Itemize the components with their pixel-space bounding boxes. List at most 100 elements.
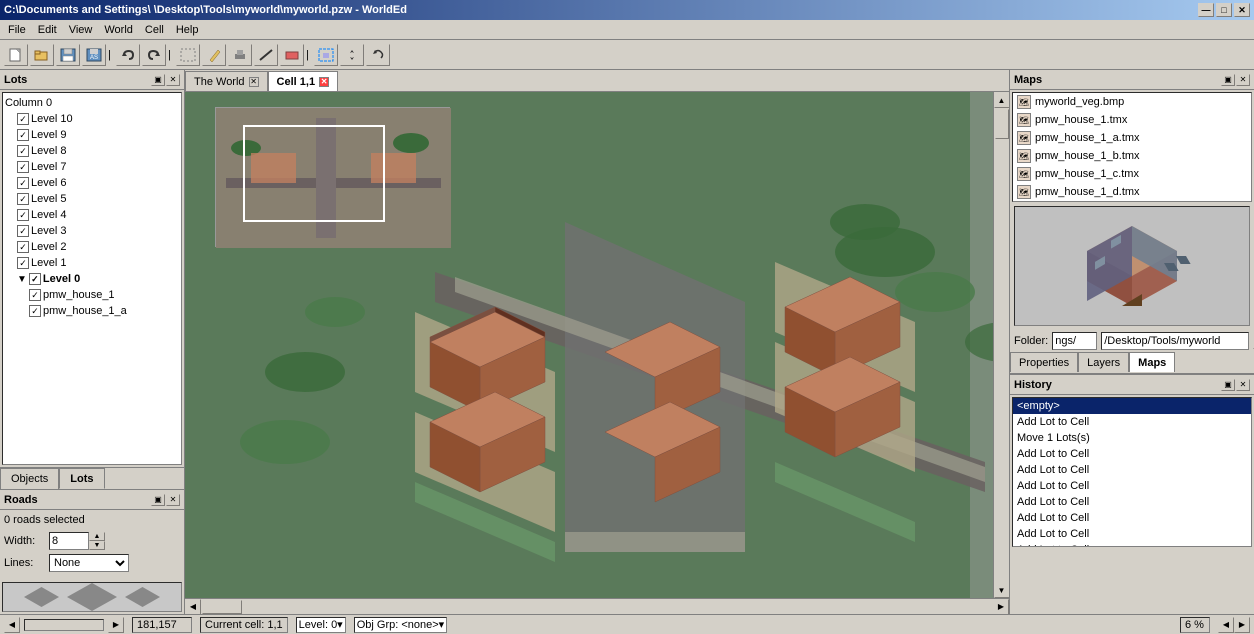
v-scroll-down[interactable]: ▼ [994, 582, 1010, 598]
width-down-button[interactable]: ▼ [89, 541, 105, 550]
history-item-8[interactable]: Add Lot to Cell [1013, 526, 1251, 542]
select-button[interactable] [176, 44, 200, 66]
lots-float-button[interactable]: ▣ [151, 74, 165, 86]
level-8-item[interactable]: ✓ Level 8 [5, 143, 179, 159]
history-item-2[interactable]: Move 1 Lots(s) [1013, 430, 1251, 446]
save-button[interactable] [56, 44, 80, 66]
status-h-scroll-left[interactable]: ◀ [4, 617, 20, 633]
maps-close-button[interactable]: ✕ [1236, 74, 1250, 86]
viewport-h-scrollbar[interactable]: ◀ ▶ [185, 598, 1009, 614]
width-input[interactable] [49, 532, 89, 550]
redo-button[interactable] [142, 44, 166, 66]
line-button[interactable] [254, 44, 278, 66]
map-item-house1a[interactable]: 🗺 pmw_house_1_a.tmx [1013, 129, 1251, 147]
map-item-house1c[interactable]: 🗺 pmw_house_1_c.tmx [1013, 165, 1251, 183]
maximize-button[interactable]: □ [1216, 3, 1232, 17]
v-scroll-up[interactable]: ▲ [994, 92, 1010, 108]
obj-grp-dropdown[interactable]: Obj Grp: <none>▾ [354, 617, 447, 633]
folder-value-input[interactable] [1052, 332, 1097, 350]
map-item-house1d[interactable]: 🗺 pmw_house_1_d.tmx [1013, 183, 1251, 201]
obj-sel-button[interactable] [314, 44, 338, 66]
world-tab-close[interactable]: ✕ [249, 77, 259, 87]
level-3-item[interactable]: ✓ Level 3 [5, 223, 179, 239]
level-0-checkbox[interactable]: ✓ [29, 273, 41, 285]
history-list[interactable]: <empty> Add Lot to Cell Move 1 Lots(s) A… [1012, 397, 1252, 547]
open-button[interactable] [30, 44, 54, 66]
folder-path-input[interactable] [1101, 332, 1249, 350]
level-7-checkbox[interactable]: ✓ [17, 161, 29, 173]
erase-button[interactable] [280, 44, 304, 66]
map-item-house2a[interactable]: 🗺 pmw_house_2_a.tmx [1013, 201, 1251, 202]
level-1-checkbox[interactable]: ✓ [17, 257, 29, 269]
history-close-button[interactable]: ✕ [1236, 379, 1250, 391]
menu-world[interactable]: World [98, 22, 139, 38]
level-4-item[interactable]: ✓ Level 4 [5, 207, 179, 223]
level-6-item[interactable]: ✓ Level 6 [5, 175, 179, 191]
h-scroll-right[interactable]: ▶ [993, 599, 1009, 615]
minimize-button[interactable]: — [1198, 3, 1214, 17]
left-scrollbar-track[interactable] [24, 619, 104, 631]
maps-tab[interactable]: Maps [1129, 352, 1175, 372]
roads-float-button[interactable]: ▣ [151, 494, 165, 506]
pmw-house-1a-checkbox[interactable]: ✓ [29, 305, 41, 317]
width-up-button[interactable]: ▲ [89, 532, 105, 541]
lines-select[interactable]: None [49, 554, 129, 572]
h-scroll-left[interactable]: ◀ [185, 599, 201, 615]
menu-file[interactable]: File [2, 22, 32, 38]
level-0-item[interactable]: ▼ ✓ Level 0 [5, 271, 179, 287]
menu-cell[interactable]: Cell [139, 22, 170, 38]
level-10-item[interactable]: ✓ Level 10 [5, 111, 179, 127]
close-button[interactable]: ✕ [1234, 3, 1250, 17]
history-item-9[interactable]: Add Lot to Cell [1013, 542, 1251, 547]
objects-tab[interactable]: Objects [0, 468, 59, 489]
properties-tab[interactable]: Properties [1010, 352, 1078, 372]
history-item-5[interactable]: Add Lot to Cell [1013, 478, 1251, 494]
level-9-checkbox[interactable]: ✓ [17, 129, 29, 141]
level-1-item[interactable]: ✓ Level 1 [5, 255, 179, 271]
map-item-house1[interactable]: 🗺 pmw_house_1.tmx [1013, 111, 1251, 129]
pmw-house-1-item[interactable]: ✓ pmw_house_1 [5, 287, 179, 303]
undo-button[interactable] [116, 44, 140, 66]
pencil-button[interactable] [202, 44, 226, 66]
status-h-scroll-right[interactable]: ▶ [108, 617, 124, 633]
history-item-0[interactable]: <empty> [1013, 398, 1251, 414]
level-7-item[interactable]: ✓ Level 7 [5, 159, 179, 175]
level-dropdown[interactable]: Level: 0▾ [296, 617, 346, 633]
level-9-item[interactable]: ✓ Level 9 [5, 127, 179, 143]
history-item-3[interactable]: Add Lot to Cell [1013, 446, 1251, 462]
obj-move-button[interactable] [340, 44, 364, 66]
v-scroll-thumb[interactable] [995, 109, 1009, 139]
level-5-item[interactable]: ✓ Level 5 [5, 191, 179, 207]
lots-close-button[interactable]: ✕ [166, 74, 180, 86]
level-5-checkbox[interactable]: ✓ [17, 193, 29, 205]
level-6-checkbox[interactable]: ✓ [17, 177, 29, 189]
map-item-veg[interactable]: 🗺 myworld_veg.bmp [1013, 93, 1251, 111]
menu-view[interactable]: View [63, 22, 99, 38]
new-button[interactable] [4, 44, 28, 66]
history-float-button[interactable]: ▣ [1221, 379, 1235, 391]
width-spinner[interactable]: ▲ ▼ [89, 532, 105, 550]
zoom-scroll-left[interactable]: ◀ [1218, 617, 1234, 633]
menu-edit[interactable]: Edit [32, 22, 63, 38]
level-3-checkbox[interactable]: ✓ [17, 225, 29, 237]
save-as-button[interactable]: AS [82, 44, 106, 66]
stamp-button[interactable] [228, 44, 252, 66]
level-10-checkbox[interactable]: ✓ [17, 113, 29, 125]
level-2-item[interactable]: ✓ Level 2 [5, 239, 179, 255]
cell-tab[interactable]: Cell 1,1 ✕ [268, 71, 339, 91]
main-viewport[interactable] [185, 92, 993, 598]
history-item-6[interactable]: Add Lot to Cell [1013, 494, 1251, 510]
lots-tree[interactable]: Column 0 ✓ Level 10 ✓ Level 9 ✓ Level 8 … [2, 92, 182, 465]
pmw-house-1a-item[interactable]: ✓ pmw_house_1_a [5, 303, 179, 319]
level-8-checkbox[interactable]: ✓ [17, 145, 29, 157]
cell-tab-close[interactable]: ✕ [319, 77, 329, 87]
maps-list[interactable]: 🗺 myworld_veg.bmp 🗺 pmw_house_1.tmx 🗺 pm… [1012, 92, 1252, 202]
h-scroll-thumb[interactable] [202, 600, 242, 614]
world-tab[interactable]: The World ✕ [185, 71, 268, 91]
history-item-4[interactable]: Add Lot to Cell [1013, 462, 1251, 478]
lots-tab[interactable]: Lots [59, 468, 104, 489]
obj-rotate-button[interactable] [366, 44, 390, 66]
level-4-checkbox[interactable]: ✓ [17, 209, 29, 221]
viewport-v-scrollbar[interactable]: ▲ ▼ [993, 92, 1009, 598]
roads-close-button[interactable]: ✕ [166, 494, 180, 506]
